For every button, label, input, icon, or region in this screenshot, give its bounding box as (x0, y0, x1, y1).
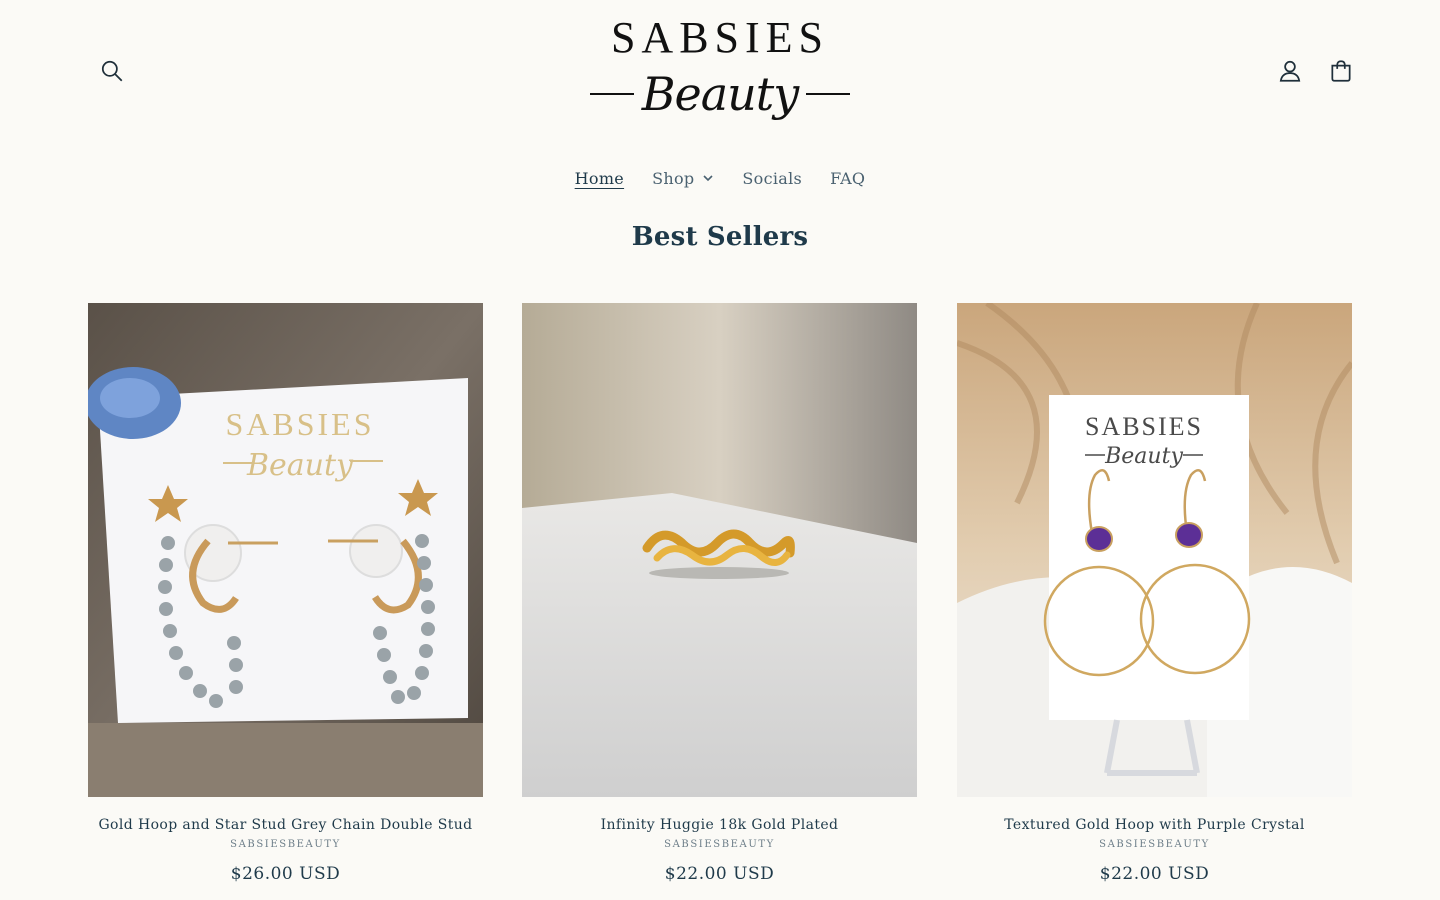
product-title[interactable]: Infinity Huggie 18k Gold Plated (522, 817, 917, 833)
account-button[interactable] (1268, 49, 1312, 93)
product-card[interactable]: Infinity Huggie 18k Gold Plated SABSIESB… (522, 303, 917, 884)
product-price: $22.00 USD (1099, 864, 1210, 884)
site-header: SABSIES Beauty Home Shop Socials FAQ (0, 0, 1440, 210)
chevron-down-icon (703, 175, 713, 182)
account-icon (1279, 60, 1301, 82)
product-vendor: SABSIESBEAUTY (230, 839, 341, 850)
product-title[interactable]: Gold Hoop and Star Stud Grey Chain Doubl… (88, 817, 483, 833)
product-title[interactable]: Textured Gold Hoop with Purple Crystal (957, 817, 1352, 833)
nav-item-socials[interactable]: Socials (728, 169, 816, 188)
logo-script: Beauty (641, 67, 800, 121)
product-price: $22.00 USD (664, 864, 775, 884)
product-image[interactable]: SABSIES Beauty (957, 303, 1352, 797)
product-vendor: SABSIESBEAUTY (664, 839, 775, 850)
logo-rule-left (590, 93, 634, 95)
card-brand-top: SABSIES (1085, 412, 1203, 441)
nav-item-home[interactable]: Home (561, 169, 638, 188)
product-photo-purple-hoop: SABSIES Beauty (957, 303, 1352, 797)
section-title: Best Sellers (631, 222, 809, 252)
product-image[interactable]: SABSIES Beauty (88, 303, 483, 797)
main-nav: Home Shop Socials FAQ (0, 160, 1440, 196)
product-photo-infinity-huggie (522, 303, 917, 797)
search-button[interactable] (90, 49, 134, 93)
logo-script-row: Beauty (590, 64, 850, 124)
nav-item-label: FAQ (830, 168, 866, 188)
product-photo-earrings-star: SABSIES Beauty (88, 303, 483, 797)
card-brand-top: SABSIES (225, 406, 374, 442)
product-vendor: SABSIESBEAUTY (1099, 839, 1210, 850)
cart-icon (1331, 60, 1351, 82)
nav-item-label: Shop (652, 168, 695, 188)
nav-item-faq[interactable]: FAQ (816, 169, 879, 188)
logo-rule-right (806, 93, 850, 95)
nav-item-shop[interactable]: Shop (638, 169, 728, 188)
card-brand-script: Beauty (1104, 444, 1183, 469)
site-logo[interactable]: SABSIES Beauty (590, 10, 850, 135)
cart-button[interactable] (1319, 49, 1363, 93)
logo-wordmark: SABSIES (610, 13, 830, 62)
product-card[interactable]: SABSIES Beauty Textured Gold Hoop with P… (957, 303, 1352, 884)
card-brand-script: Beauty (246, 448, 354, 483)
product-price: $26.00 USD (230, 864, 341, 884)
nav-item-label: Home (574, 168, 625, 188)
product-card[interactable]: SABSIES Beauty Gold Hoop and Star Stud G… (88, 303, 483, 884)
search-icon (101, 60, 123, 82)
product-image[interactable] (522, 303, 917, 797)
nav-item-label: Socials (742, 168, 803, 188)
